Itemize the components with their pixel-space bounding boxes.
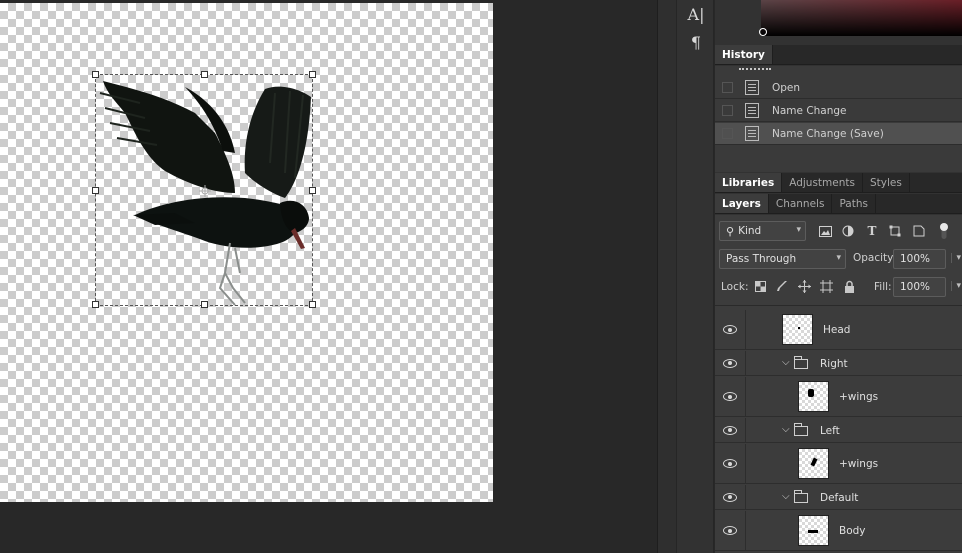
eye-icon [723, 392, 737, 401]
layer-thumbnail[interactable] [782, 314, 813, 345]
history-snapshot-indicator [739, 68, 771, 73]
layer-row-wings-right[interactable]: +wings [715, 377, 962, 417]
folder-icon [794, 490, 808, 503]
history-toggle-checkbox[interactable] [722, 105, 733, 116]
right-panel-dock: History Open Name Change Name Change (Sa… [715, 0, 962, 553]
chevron-down-icon[interactable]: ▾ [951, 253, 961, 263]
history-toggle-checkbox[interactable] [722, 128, 733, 139]
eye-icon [723, 358, 737, 368]
lock-artboard-icon[interactable] [819, 279, 833, 293]
tab-channels[interactable]: Channels [769, 194, 833, 213]
paragraph-icon[interactable]: ¶ [677, 28, 715, 56]
visibility-toggle[interactable] [715, 351, 746, 375]
search-icon: ⚲ [726, 224, 735, 238]
color-picker-area [715, 0, 962, 44]
layers-list: Head ⌵ Right +wings ⌵ Left +wings ⌵ Defa… [715, 305, 962, 553]
adjustment-filter-icon[interactable] [840, 224, 856, 238]
layer-thumbnail[interactable] [798, 515, 829, 546]
transform-handle-left[interactable] [92, 187, 99, 194]
lock-label: Lock: [721, 281, 749, 293]
layers-tab-bar: Layers Channels Paths [715, 194, 962, 214]
pixel-filter-icon[interactable] [817, 224, 833, 238]
folder-icon [794, 423, 808, 436]
filter-toggle-switch[interactable] [936, 223, 952, 239]
layer-row-wings-left[interactable]: +wings [715, 444, 962, 484]
layers-toolbar: ⚲ Kind ▾ T Pass Through ▾ Opacity: 100% … [715, 215, 962, 305]
canvas-workspace[interactable] [0, 0, 657, 553]
document-canvas[interactable] [0, 3, 493, 502]
document-icon [745, 126, 759, 141]
color-picker-cursor[interactable] [759, 28, 767, 36]
layer-filter-kind-select[interactable]: ⚲ Kind ▾ [719, 221, 806, 241]
layer-group-left[interactable]: ⌵ Left [715, 418, 962, 443]
tab-styles[interactable]: Styles [863, 173, 910, 192]
shape-filter-icon[interactable] [887, 224, 903, 238]
history-tab-bar: History [715, 45, 962, 65]
chevron-down-icon: ▾ [836, 253, 841, 263]
eye-icon [723, 425, 737, 435]
document-icon [745, 80, 759, 95]
lock-position-icon[interactable] [797, 279, 811, 293]
chevron-down-icon[interactable]: ⌵ [782, 357, 790, 368]
transform-handle-top-left[interactable] [92, 71, 99, 78]
visibility-toggle[interactable] [715, 310, 746, 349]
chevron-down-icon[interactable]: ⌵ [782, 424, 790, 435]
panel-dock-gutter [657, 0, 676, 553]
transform-bounding-box[interactable] [92, 71, 316, 308]
eye-icon [723, 325, 737, 334]
layer-row-head[interactable]: Head [715, 310, 962, 350]
color-picker-field[interactable] [761, 0, 962, 36]
transform-handle-bottom-left[interactable] [92, 301, 99, 308]
document-icon [745, 103, 759, 118]
tab-paths[interactable]: Paths [832, 194, 876, 213]
layer-thumbnail[interactable] [798, 448, 829, 479]
chevron-down-icon: ▾ [796, 225, 801, 235]
tab-adjustments[interactable]: Adjustments [782, 173, 863, 192]
fill-label: Fill: [874, 281, 892, 293]
history-item-name-change-save[interactable]: Name Change (Save) [715, 123, 962, 145]
visibility-toggle[interactable] [715, 377, 746, 416]
transform-handle-top-right[interactable] [309, 71, 316, 78]
lock-transparent-pixels-icon[interactable] [753, 279, 767, 293]
character-panel-icon[interactable]: A| [677, 0, 715, 28]
tab-libraries[interactable]: Libraries [715, 173, 783, 192]
reference-point-icon[interactable] [199, 185, 211, 197]
smart-object-filter-icon[interactable] [911, 224, 927, 238]
fill-input[interactable]: 100% ▾ [893, 277, 961, 297]
chevron-down-icon[interactable]: ▾ [951, 281, 961, 291]
layer-row-body[interactable]: Body [715, 511, 962, 551]
history-list: Open Name Change Name Change (Save) [715, 66, 962, 172]
visibility-toggle[interactable] [715, 418, 746, 442]
lock-all-icon[interactable] [842, 279, 856, 293]
visibility-toggle[interactable] [715, 444, 746, 483]
opacity-label: Opacity: [853, 252, 897, 264]
collapsed-panel-strip: A| ¶ [676, 0, 714, 553]
transform-handle-right[interactable] [309, 187, 316, 194]
layer-group-default[interactable]: ⌵ Default [715, 485, 962, 510]
blend-mode-select[interactable]: Pass Through ▾ [719, 249, 846, 269]
history-item-open[interactable]: Open [715, 77, 962, 99]
visibility-toggle[interactable] [715, 485, 746, 509]
eye-icon [723, 526, 737, 535]
opacity-input[interactable]: 100% ▾ [893, 249, 961, 269]
layer-group-right[interactable]: ⌵ Right [715, 351, 962, 376]
eye-icon [723, 492, 737, 502]
folder-icon [794, 356, 808, 369]
libraries-tab-bar: Libraries Adjustments Styles [715, 173, 962, 193]
type-filter-icon[interactable]: T [864, 224, 880, 238]
tab-layers[interactable]: Layers [715, 194, 769, 213]
layer-thumbnail[interactable] [798, 381, 829, 412]
tab-history[interactable]: History [715, 45, 773, 64]
transform-handle-bottom-right[interactable] [309, 301, 316, 308]
lock-image-pixels-icon[interactable] [775, 279, 789, 293]
eye-icon [723, 459, 737, 468]
visibility-toggle[interactable] [715, 511, 746, 550]
transform-handle-top[interactable] [201, 71, 208, 78]
transform-handle-bottom[interactable] [201, 301, 208, 308]
chevron-down-icon[interactable]: ⌵ [782, 491, 790, 502]
history-toggle-checkbox[interactable] [722, 82, 733, 93]
history-item-name-change[interactable]: Name Change [715, 100, 962, 122]
